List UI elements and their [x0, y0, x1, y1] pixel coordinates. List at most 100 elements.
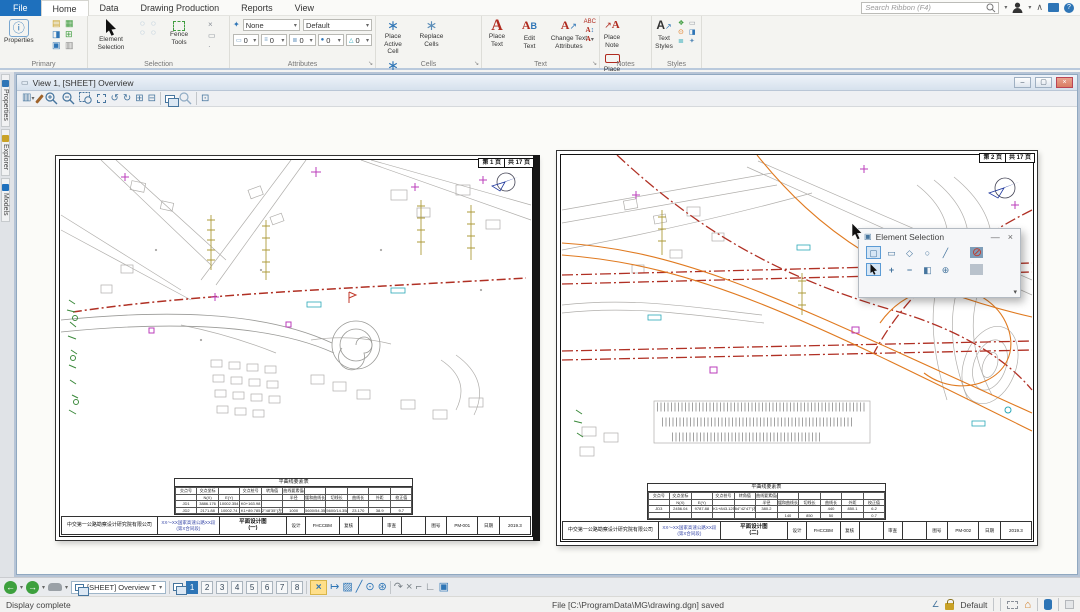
place-text-button[interactable]: A Place Text	[482, 16, 512, 48]
snap-mode-icon[interactable]: ↦	[330, 579, 339, 595]
back-caret[interactable]: ▾	[20, 584, 23, 591]
view-group-selector[interactable]: [SHEET] Overview T ▾	[71, 581, 166, 594]
copy-fence-icon[interactable]: ▭	[208, 31, 216, 40]
active-priority-select[interactable]: △0▾	[346, 34, 372, 46]
copy-view-icon[interactable]	[165, 95, 175, 103]
fence-tools-button[interactable]: Fence Tools	[168, 19, 190, 46]
place-note-button[interactable]: ↗A Place Note	[600, 16, 624, 49]
invert-selection-icon[interactable]: ◧	[920, 263, 935, 276]
replace-cells-button[interactable]: ∗ Replace Cells	[414, 16, 448, 48]
disable-handles-icon[interactable]	[970, 247, 983, 258]
tentative-point-icon[interactable]: ⊙	[365, 579, 374, 595]
tab-reports[interactable]: Reports	[230, 0, 284, 16]
active-color-select[interactable]: ▭0▾	[233, 34, 259, 46]
database-status-icon[interactable]	[1044, 599, 1052, 610]
view-title-bar[interactable]: ▭ View 1, [SHEET] Overview – ▢ ×	[17, 75, 1077, 91]
collapse-ribbon-icon[interactable]: ∧	[1036, 2, 1043, 13]
cells-dialog-launcher[interactable]: ↘	[474, 60, 479, 67]
rotate-view-ccw-icon[interactable]: ↺	[110, 92, 118, 106]
select-circle-mode-icon[interactable]: ◌	[140, 19, 151, 28]
text-dialog-launcher[interactable]: ↘	[592, 60, 597, 67]
properties-button[interactable]: ⓘ Properties	[2, 17, 36, 45]
tab-file[interactable]: File	[0, 0, 41, 16]
help-icon[interactable]: ?	[1064, 3, 1074, 13]
back-button[interactable]: ←	[4, 581, 17, 594]
view-minimize-button[interactable]: –	[1014, 77, 1031, 88]
slash-tool-icon[interactable]: ╱	[356, 579, 363, 595]
element-selection-dialog[interactable]: ▣ Element Selection — × ▢ ▭ ◇ ○ ╱ + − ◧ …	[858, 228, 1021, 298]
more-selection-icon[interactable]: ·	[208, 42, 216, 51]
display-styles-icon[interactable]: ⊙	[678, 28, 688, 36]
dialog-expand-caret[interactable]: ▾	[1013, 288, 1017, 296]
update-view-icon[interactable]	[36, 94, 45, 104]
view-search-icon[interactable]	[179, 92, 192, 105]
edit-text-button[interactable]: AB Edit Text	[516, 16, 542, 50]
tab-home[interactable]: Home	[41, 0, 89, 16]
add-selection-icon[interactable]: +	[884, 263, 899, 276]
locks-icon[interactable]	[945, 603, 954, 610]
clipboard-tool-icon[interactable]: ◨	[52, 29, 64, 39]
previous-view-icon[interactable]: ⊞	[135, 92, 143, 106]
intersection-snap-icon[interactable]: ×	[406, 579, 412, 595]
app-window-icon[interactable]	[1048, 3, 1059, 12]
dock-tab-models[interactable]: Models	[1, 178, 10, 222]
active-line-weight-select[interactable]: ≣0▾	[289, 34, 315, 46]
view-setup-caret[interactable]: ▾	[65, 584, 68, 591]
text-more-icon[interactable]: A▾	[584, 35, 596, 43]
tab-view[interactable]: View	[284, 0, 325, 16]
individual-mode-icon[interactable]: ▢	[866, 246, 881, 259]
element-styles-icon[interactable]: ✦	[689, 37, 699, 45]
active-level-select[interactable]: Default▾	[303, 19, 372, 31]
forward-button[interactable]: →	[26, 581, 39, 594]
home-icon[interactable]: ⌂	[1024, 599, 1031, 611]
grid-tool-icon[interactable]: ▥	[65, 40, 77, 50]
search-input[interactable]	[861, 2, 999, 14]
view-button-3[interactable]: 3	[216, 581, 228, 594]
active-transparency-select[interactable]: ●0▾	[318, 34, 344, 46]
sheet-2[interactable]: 第 2 页 共 17 页	[556, 150, 1038, 546]
sheet-1[interactable]: 第 1 页 共 17 页	[55, 155, 537, 541]
fit-view-icon[interactable]	[97, 94, 106, 103]
select-all-icon[interactable]: ⊕	[938, 263, 953, 276]
accudraw-toggle-button[interactable]: ×	[310, 580, 327, 595]
line-mode-icon[interactable]: ╱	[938, 246, 953, 259]
circle-mode-icon[interactable]: ○	[920, 246, 935, 259]
view-button-2[interactable]: 2	[201, 581, 213, 594]
key-tool-icon[interactable]: ▤	[52, 18, 64, 28]
forward-caret[interactable]: ▾	[42, 584, 45, 591]
multiline-styles-icon[interactable]: ≣	[678, 37, 688, 45]
dock-tab-explorer[interactable]: Explorer	[1, 129, 10, 176]
view-button-8[interactable]: 8	[291, 581, 303, 594]
view-close-button[interactable]: ×	[1056, 77, 1073, 88]
select-shape-mode-icon[interactable]: ◌	[140, 28, 151, 37]
rotate-view-icon[interactable]: ↻	[123, 92, 131, 106]
view-attributes-icon[interactable]: ▥▾	[22, 91, 34, 106]
view-button-4[interactable]: 4	[231, 581, 243, 594]
place-active-cell-button[interactable]: ∗ Place Active Cell	[376, 16, 410, 56]
dock-tab-properties[interactable]: Properties	[1, 74, 10, 127]
element-selection-title-bar[interactable]: ▣ Element Selection — ×	[859, 229, 1020, 244]
element-selection-button[interactable]: Element Selection	[88, 17, 134, 51]
text-styles-button[interactable]: A↗ Text Styles	[652, 16, 676, 50]
zoom-in-icon[interactable]	[45, 92, 58, 105]
subtract-selection-icon[interactable]: −	[902, 263, 917, 276]
user-dropdown-caret[interactable]: ▾	[1028, 4, 1031, 11]
dialog-close-button[interactable]: ×	[1006, 231, 1015, 243]
active-line-style-select[interactable]: ≡0▾	[261, 34, 287, 46]
clip-volume-icon[interactable]: ⊡	[201, 92, 209, 106]
models-tool-icon[interactable]: ⊞	[65, 29, 77, 39]
line-styles-icon[interactable]: ▭	[689, 19, 699, 27]
origin-snap-icon[interactable]: ▣	[439, 579, 449, 595]
cut-icon[interactable]: ×	[208, 20, 216, 29]
view-setup-icon[interactable]	[48, 583, 62, 591]
dimension-styles-icon[interactable]: ❖	[678, 19, 688, 27]
view-button-1[interactable]: 1	[186, 581, 198, 594]
selection-set-icon[interactable]	[1007, 601, 1018, 609]
snap-angle-icon[interactable]: ∠	[932, 599, 940, 610]
select-line-mode-icon[interactable]: ◌	[151, 28, 162, 37]
tab-drawing-production[interactable]: Drawing Production	[130, 0, 231, 16]
window-area-icon[interactable]	[79, 92, 93, 105]
spell-check-icon[interactable]: ABC	[584, 19, 596, 25]
tab-data[interactable]: Data	[89, 0, 130, 16]
pattern-icon[interactable]: ▨	[342, 579, 352, 595]
